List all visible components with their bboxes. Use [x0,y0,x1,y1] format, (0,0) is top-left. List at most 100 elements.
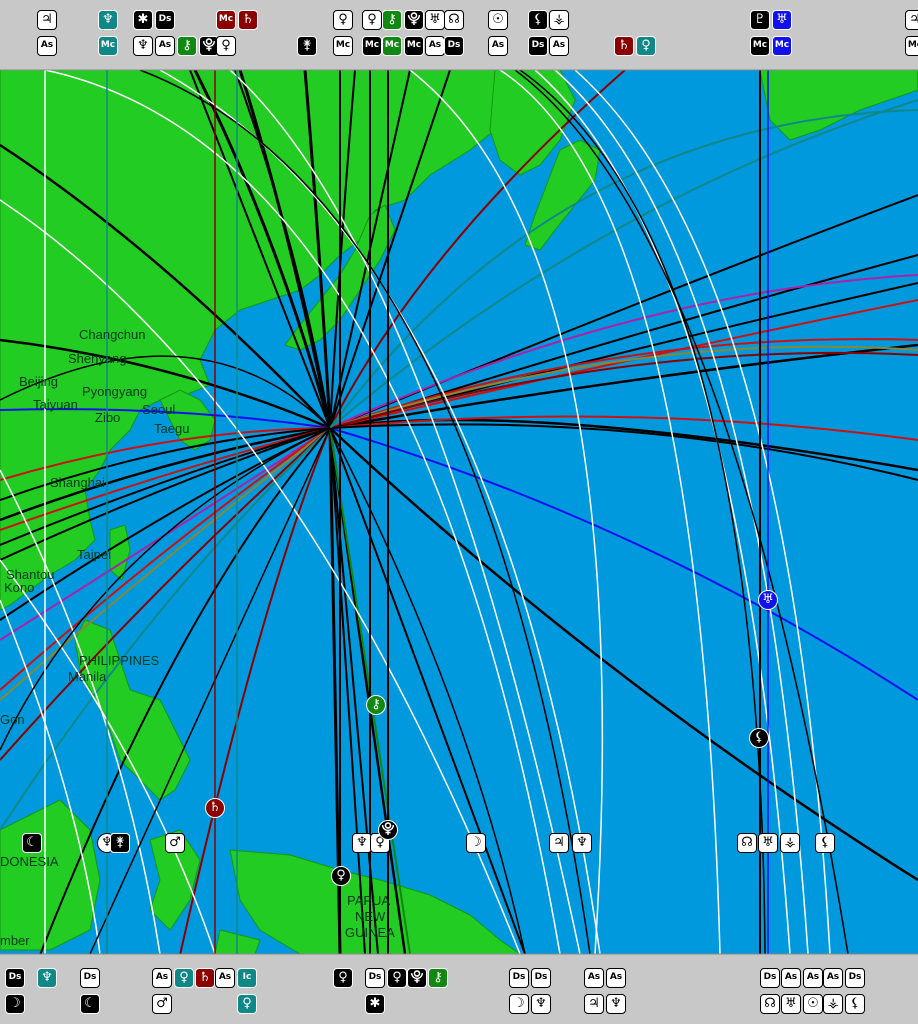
city-label: mber [0,933,30,948]
ascendant-icon: As [584,968,604,988]
node-icon: ☊ [444,10,464,30]
juno-icon: ⚵ [110,833,130,853]
chiron-icon: ⚷ [366,695,386,715]
lilith-icon: ⚸ [749,728,769,748]
venus-icon: ♀ [331,866,351,886]
midheaven-icon: Mc [404,36,424,56]
jupiter-icon: ♃ [584,994,604,1014]
country-label: NEW [355,909,386,924]
pluto-icon: ⯓ [378,820,398,840]
descendant-icon: Ds [155,10,175,30]
neptune-icon: ♆ [37,968,57,988]
uranus-icon: ♅ [772,10,792,30]
node-icon: ☊ [737,833,757,853]
midheaven-icon: Mc [750,36,770,56]
vesta-icon: ✱ [133,10,153,30]
city-label: Beijing [19,374,59,389]
midheaven-icon: Mc [382,36,402,56]
country-label: PAPUA [347,893,391,908]
venus-icon: ♀ [174,968,194,988]
midheaven-icon: Mc [216,10,236,30]
city-label: Taiyuan [33,397,78,412]
city-label: Taegu [154,421,190,436]
mars-icon: ♂ [165,833,185,853]
city-label: Taipei [77,547,111,562]
ascendant-icon: As [549,36,569,56]
vesta-icon: ✱ [365,994,385,1014]
descendant-icon: Ds [80,968,100,988]
midheaven-icon: Mc [362,36,382,56]
ascendant-icon: As [37,36,57,56]
saturn-icon: ♄ [238,10,258,30]
mars-icon: ♂ [152,994,172,1014]
uranus-icon: ♅ [758,590,778,610]
city-label: Seoul [142,402,176,417]
moon-icon: ☾ [80,994,100,1014]
vertex-icon: ⚶ [549,10,569,30]
moon-icon: ☽ [509,994,529,1014]
descendant-icon: Ds [444,36,464,56]
city-label: Changchun [79,327,146,342]
pluto-icon: ♇ [750,10,770,30]
city-label: Manila [68,669,107,684]
venus-icon: ♀ [636,36,656,56]
country-label: PHILIPPINES [79,653,160,668]
uranus-icon: ♅ [781,994,801,1014]
city-label: Gon [0,712,25,727]
city-label: Pyongyang [82,384,148,399]
imum-coeli-icon: Ic [237,968,257,988]
neptune-icon: ♆ [98,10,118,30]
saturn-icon: ♄ [195,968,215,988]
vertex-icon: ⚶ [780,833,800,853]
astro-map[interactable]: Changchun Shenyang Beijing Pyongyang Taiyuan… [0,0,918,1024]
venus-icon: ♀ [333,10,353,30]
lilith-icon: ⚸ [815,833,835,853]
city-label: Shenyang [68,351,127,366]
jupiter-icon: ♃ [905,10,918,30]
ascendant-icon: As [155,36,175,56]
country-label: DONESIA [0,854,59,869]
chiron-icon: ⚷ [382,10,402,30]
ascendant-icon: As [823,968,843,988]
chiron-icon: ⚷ [177,36,197,56]
ascendant-icon: As [152,968,172,988]
venus-icon: ♀ [333,968,353,988]
chiron-icon: ⚷ [428,968,448,988]
lilith-icon: ⚸ [528,10,548,30]
node-icon: ☊ [760,994,780,1014]
pluto-icon: ⯓ [404,10,424,30]
jupiter-icon: ♃ [37,10,57,30]
pluto-icon: ⯓ [407,968,427,988]
jupiter-icon: ♃ [549,833,569,853]
city-label: Shanghai [50,475,105,490]
descendant-icon: Ds [365,968,385,988]
descendant-icon: Ds [845,968,865,988]
venus-icon: ♀ [216,36,236,56]
map-canvas[interactable] [0,0,918,1024]
midheaven-icon: Mc [905,36,918,56]
vertex-icon: ⚶ [823,994,843,1014]
moon-icon: ☽ [466,833,486,853]
venus-icon: ♀ [237,994,257,1014]
descendant-icon: Ds [509,968,529,988]
neptune-icon: ♆ [531,994,551,1014]
uranus-icon: ♅ [758,833,778,853]
ascendant-icon: As [606,968,626,988]
lilith-icon: ⚸ [845,994,865,1014]
descendant-icon: Ds [531,968,551,988]
descendant-icon: Ds [760,968,780,988]
moon-icon: ☽ [5,994,25,1014]
uranus-icon: ♅ [425,10,445,30]
city-label: Kono [4,580,35,595]
saturn-icon: ♄ [614,36,634,56]
neptune-icon: ♆ [606,994,626,1014]
neptune-icon: ♆ [352,833,372,853]
midheaven-icon: Mc [333,36,353,56]
ascendant-icon: As [803,968,823,988]
venus-icon: ♀ [387,968,407,988]
sun-icon: ☉ [488,10,508,30]
descendant-icon: Ds [5,968,25,988]
neptune-icon: ♆ [133,36,153,56]
neptune-icon: ♆ [572,833,592,853]
ascendant-icon: As [215,968,235,988]
